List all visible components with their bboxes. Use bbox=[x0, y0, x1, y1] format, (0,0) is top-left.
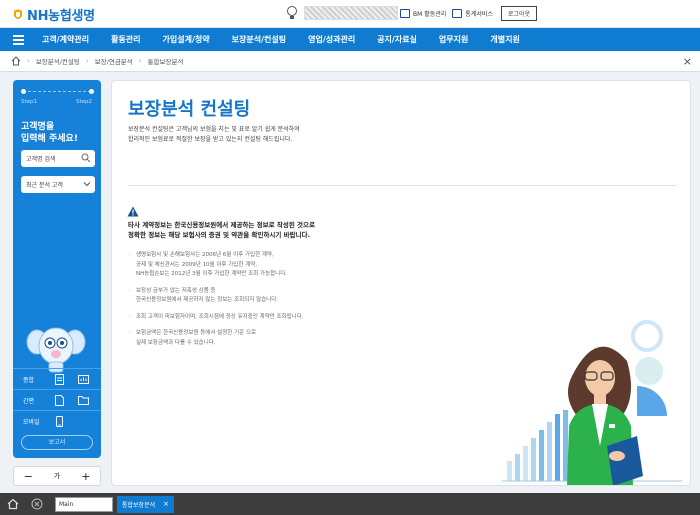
note-line: 보험금액은 한국신용정보원 등에서 설정한 기준 으로 bbox=[136, 330, 257, 336]
font-decrease-button[interactable]: − bbox=[14, 470, 42, 483]
nav-item-sales[interactable]: 영업/성과관리 bbox=[297, 34, 366, 45]
customer-search-input[interactable]: 고객명 검색 bbox=[21, 150, 95, 167]
nav-item-customer[interactable]: 고객/계약관리 bbox=[36, 34, 100, 45]
screen-id-input[interactable]: Main bbox=[55, 496, 113, 512]
mascot-illustration bbox=[26, 327, 86, 373]
panel-title-line2: 입력해 주세요! bbox=[21, 134, 78, 144]
logo-text: NH농협생명 bbox=[27, 9, 95, 24]
breadcrumb-item-2[interactable]: 보장/연금분석 bbox=[95, 56, 133, 66]
bm-label: BM 활동관리 bbox=[413, 11, 447, 18]
nh-logo-icon bbox=[14, 9, 22, 19]
note-line: 실제 보장금액과 다를 수 있습니다. bbox=[136, 339, 216, 346]
bm-menu[interactable]: BM 활동관리 bbox=[400, 9, 446, 18]
breadcrumb-separator: › bbox=[85, 57, 89, 65]
nav-items: 고객/계약관리 활동관리 가입설계/청약 보장분석/컨설팅 영업/성과관리 공지… bbox=[36, 34, 531, 45]
stats-label: 통계서비스 bbox=[465, 11, 493, 18]
nav-item-coverage-analysis[interactable]: 보장분석/컨설팅 bbox=[221, 34, 297, 45]
search-icon[interactable] bbox=[81, 153, 91, 163]
report-button[interactable]: 보고서 bbox=[21, 435, 93, 450]
breadcrumb-item-3[interactable]: 통합보장분석 bbox=[148, 56, 184, 66]
document-icon[interactable] bbox=[55, 395, 64, 406]
panel-title-line1: 고객명을 bbox=[21, 122, 55, 132]
page-title: 보장분석 컨설팅 bbox=[128, 99, 251, 120]
chevron-down-icon bbox=[83, 182, 91, 187]
menu-comprehensive[interactable]: 종합 bbox=[13, 368, 101, 389]
note-item: 보장성 금부가 없는 저축성 상품 등 한국신용정보원에서 제공하지 않는 정보… bbox=[128, 287, 388, 306]
note-line: NH농협손보는 2012년 3월 이후 가입한 계약만 조회 가능합니다. bbox=[136, 271, 288, 277]
lightbulb-icon[interactable] bbox=[286, 5, 298, 21]
note-item: 보험금액은 한국신용정보원 등에서 설정한 기준 으로 실제 보장금액과 다를 … bbox=[128, 329, 388, 348]
recent-customer-select[interactable]: 최근 분석 고객 bbox=[21, 176, 95, 193]
font-size-control: − 가 + bbox=[13, 466, 101, 486]
breadcrumb-separator: › bbox=[138, 57, 142, 65]
folder-icon[interactable] bbox=[78, 395, 89, 405]
note-line: 보장성 금부가 없는 저축성 상품 등 bbox=[136, 287, 216, 294]
panel-title: 고객명을 입력해 주세요! bbox=[21, 121, 78, 145]
folder-chart-icon[interactable] bbox=[78, 374, 89, 384]
consultant-illustration bbox=[502, 320, 682, 485]
home-icon[interactable] bbox=[11, 56, 21, 66]
description-line: 합리적인 보험료로 적절한 보장을 받고 있는지 컨설팅 해드립니다. bbox=[128, 136, 293, 143]
breadcrumb: 홈 › 보장분석/컨설팅 › 보장/연금분석 › 통합보장분석 × bbox=[0, 51, 700, 72]
menu-label: 모바일 bbox=[23, 419, 40, 426]
customer-search-panel: Step1 Step2 고객명을 입력해 주세요! 고객명 검색 최근 분석 고… bbox=[13, 80, 101, 458]
tab-close-icon[interactable]: × bbox=[163, 500, 169, 508]
calendar-icon bbox=[400, 9, 410, 18]
stats-menu[interactable]: 통계서비스 bbox=[452, 9, 493, 18]
home-icon[interactable] bbox=[7, 498, 19, 510]
warning-icon bbox=[127, 206, 139, 217]
breadcrumb-separator: › bbox=[27, 57, 30, 65]
top-utility: BM 활동관리 통계서비스 로그아웃 bbox=[400, 6, 537, 21]
notes-list: 생명보험사 및 손해보험사는 2006년 6월 이후 가입한 계약, 공제 및 … bbox=[128, 251, 388, 355]
search-placeholder: 고객명 검색 bbox=[26, 156, 56, 163]
step1-label: Step1 bbox=[21, 99, 38, 105]
select-value: 최근 분석 고객 bbox=[26, 182, 63, 189]
breadcrumb-item-1[interactable]: 보장분석/컨설팅 bbox=[36, 56, 80, 66]
menu-simple[interactable]: 간편 bbox=[13, 389, 101, 410]
nav-item-notice[interactable]: 공지/자료실 bbox=[366, 34, 428, 45]
warning-message: 타사 계약정보는 한국신용정보원에서 제공하는 정보로 작성된 것으로 정확한 … bbox=[128, 220, 368, 240]
hamburger-menu-icon[interactable] bbox=[0, 28, 36, 51]
monitor-icon bbox=[452, 9, 463, 18]
logout-button[interactable]: 로그아웃 bbox=[500, 6, 537, 21]
note-line: 조회 고객이 피보험자이며, 조회시점에 정상 유지중인 계약만 조회됩니다. bbox=[136, 313, 304, 320]
menu-label: 간편 bbox=[23, 398, 35, 405]
divider bbox=[128, 185, 676, 186]
document-icon[interactable] bbox=[55, 374, 64, 385]
step1-dot bbox=[21, 89, 26, 94]
nh-logo[interactable]: NH농협생명 bbox=[12, 5, 95, 24]
font-increase-button[interactable]: + bbox=[72, 470, 100, 483]
step-line bbox=[23, 91, 91, 92]
page-description: 보장분석 컨설팅은 고객님의 보험을 지는 및 표로 알기 쉽게 분석하여 합리… bbox=[128, 125, 388, 145]
warning-line: 타사 계약정보는 한국신용정보원에서 제공하는 정보로 작성된 것으로 bbox=[128, 221, 315, 229]
analysis-menu: 종합 간편 모바일 bbox=[13, 368, 101, 431]
nav-item-activity[interactable]: 활동관리 bbox=[100, 34, 151, 45]
user-info-masked bbox=[304, 6, 398, 20]
description-line: 보장분석 컨설팅은 고객님의 보험을 지는 및 표로 알기 쉽게 분석하여 bbox=[128, 126, 300, 133]
nav-item-individual-support[interactable]: 개별지원 bbox=[479, 34, 530, 45]
top-center bbox=[286, 5, 398, 21]
note-line: 공제 및 체신관서는 2009년 10월 이후 가입한 계약, bbox=[136, 261, 258, 268]
menu-label: 종합 bbox=[23, 377, 35, 384]
nav-item-work-support[interactable]: 업무지원 bbox=[428, 34, 479, 45]
bottom-taskbar: Main 통합보장분석 × bbox=[0, 493, 700, 515]
open-tab-integrated-analysis[interactable]: 통합보장분석 × bbox=[117, 495, 174, 513]
close-all-icon[interactable] bbox=[31, 498, 43, 510]
tab-label: 통합보장분석 bbox=[122, 501, 156, 509]
nav-item-subscription[interactable]: 가입설계/청약 bbox=[152, 34, 221, 45]
top-header: NH농협생명 BM 활동관리 통계서비스 로그아웃 bbox=[0, 0, 700, 28]
mobile-icon[interactable] bbox=[55, 416, 64, 427]
warning-line: 정확한 정보는 해당 보험사의 증권 및 약관을 확인하시기 바랍니다. bbox=[128, 231, 311, 239]
step2-label: Step2 bbox=[76, 99, 93, 105]
main-content: 보장분석 컨설팅 보장분석 컨설팅은 고객님의 보험을 지는 및 표로 알기 쉽… bbox=[111, 80, 691, 486]
note-item: 조회 고객이 피보험자이며, 조회시점에 정상 유지중인 계약만 조회됩니다. bbox=[128, 313, 388, 323]
note-item: 생명보험사 및 손해보험사는 2006년 6월 이후 가입한 계약, 공제 및 … bbox=[128, 251, 388, 280]
note-line: 생명보험사 및 손해보험사는 2006년 6월 이후 가입한 계약, bbox=[136, 252, 274, 258]
step2-dot bbox=[89, 89, 94, 94]
main-nav: 고객/계약관리 활동관리 가입설계/청약 보장분석/컨설팅 영업/성과관리 공지… bbox=[0, 28, 700, 51]
note-line: 한국신용정보원에서 제공하지 않는 정보는 조회되지 않습니다. bbox=[136, 297, 279, 303]
menu-mobile[interactable]: 모바일 bbox=[13, 410, 101, 431]
font-size-label: 가 bbox=[53, 472, 61, 480]
close-page-icon[interactable]: × bbox=[683, 55, 692, 68]
